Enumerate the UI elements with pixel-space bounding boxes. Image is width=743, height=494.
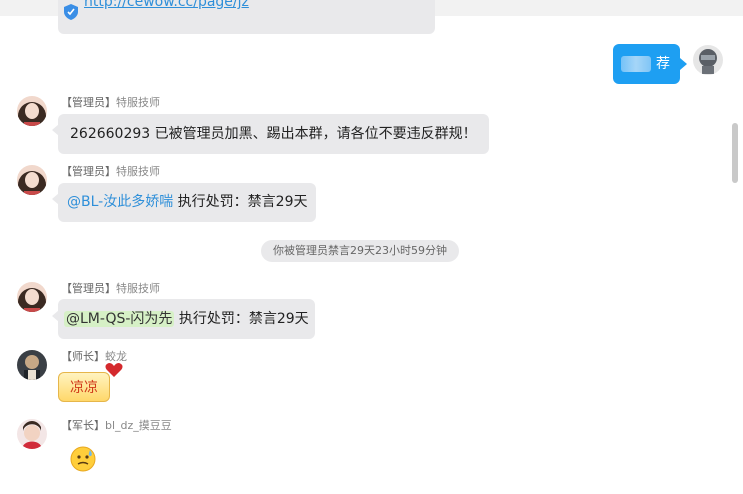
shield-icon	[64, 4, 78, 20]
admin-avatar[interactable]	[17, 282, 47, 312]
scrollbar-thumb[interactable]	[732, 123, 738, 183]
admin-avatar[interactable]	[17, 96, 47, 126]
message-bubble: 262660293 已被管理员加黑、踢出本群，请各位不要违反群规！	[58, 114, 489, 154]
message-link[interactable]: http://cewow.cc/page/jz	[84, 0, 249, 10]
self-bubble-tail	[680, 58, 687, 70]
self-message-bubble: 荐	[613, 44, 680, 84]
message-sender: 【管理员】特服技师	[61, 165, 160, 178]
message-bubble: @BL-汝此多娇喘 执行处罚：禁言29天	[58, 183, 317, 222]
user-mention[interactable]: @BL-汝此多娇喘	[67, 194, 173, 210]
message-text: 执行处罚：禁言29天	[173, 194, 308, 210]
message-text: 262660293 已被管理员加黑、踢出本群，请各位不要违反群规！	[70, 126, 477, 142]
member-avatar[interactable]	[17, 350, 47, 380]
heart-icon	[105, 362, 123, 377]
message-sender: 【管理员】特服技师	[61, 96, 160, 109]
message-text: 执行处罚：禁言29天	[174, 311, 309, 327]
message-text: 凉凉	[70, 380, 98, 396]
sweat-emoji-icon	[70, 446, 96, 472]
message-sender: 【管理员】特服技师	[61, 282, 160, 295]
self-message-text: 荐	[656, 56, 670, 72]
self-avatar[interactable]	[693, 45, 723, 75]
redacted-text	[621, 56, 651, 72]
member-avatar[interactable]	[17, 419, 47, 449]
styled-message-bubble: 凉凉	[58, 372, 110, 402]
admin-avatar[interactable]	[17, 165, 47, 195]
message-bubble: @LM-QS-闪为先 执行处罚：禁言29天	[58, 299, 315, 339]
message-sender: 【军长】bl_dz_摸豆豆	[61, 419, 172, 432]
user-mention[interactable]: @LM-QS-闪为先	[64, 311, 175, 327]
link-message-bubble: http://cewow.cc/page/jz	[58, 0, 435, 34]
system-notice: 你被管理员禁言29天23小时59分钟	[261, 240, 459, 262]
